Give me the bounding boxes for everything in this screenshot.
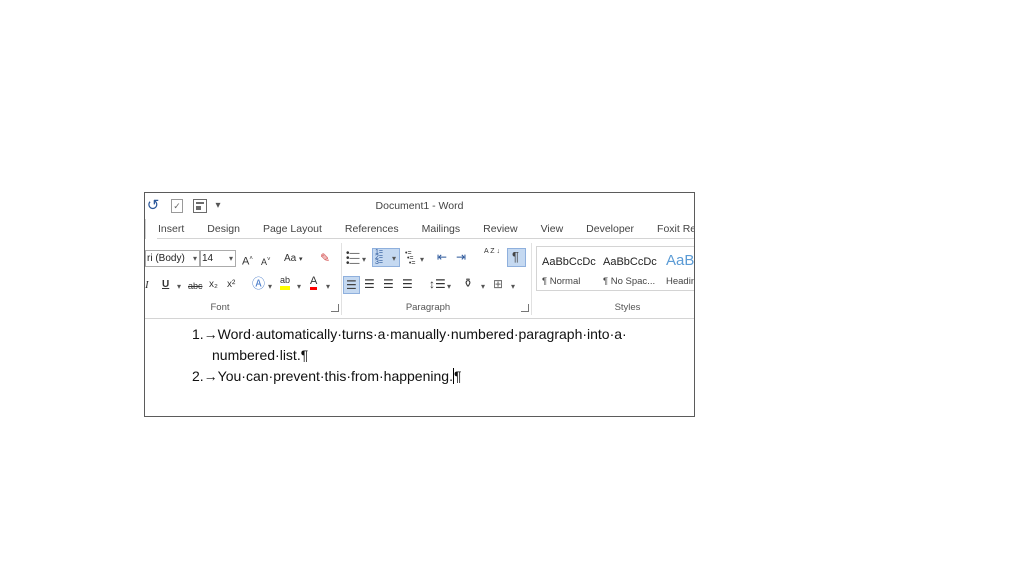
- style-no-spacing[interactable]: AaBbCcDc ¶ No Spac...: [598, 247, 658, 292]
- group-divider: [531, 243, 532, 315]
- numbering-dropdown-icon[interactable]: ▾: [392, 252, 396, 266]
- word-window: ↺ ✓ ▾ Document1 - Word Insert Design Pag…: [144, 192, 695, 417]
- font-color-icon[interactable]: A: [310, 275, 318, 290]
- shading-dropdown-icon[interactable]: ▾: [481, 280, 485, 294]
- tab-foxit-reader[interactable]: Foxit Re: [645, 219, 694, 239]
- tab-developer[interactable]: Developer: [574, 219, 645, 239]
- font-name-value: ri (Body): [147, 253, 185, 264]
- underline-dropdown-icon[interactable]: ▾: [177, 280, 181, 294]
- align-right-icon[interactable]: ☰: [383, 277, 394, 291]
- tab-review[interactable]: Review: [471, 219, 528, 239]
- strikethrough-button[interactable]: abc: [188, 279, 203, 293]
- grow-font-icon[interactable]: A˄: [242, 252, 253, 269]
- decrease-indent-icon[interactable]: ⇤: [437, 250, 447, 264]
- italic-button[interactable]: I: [145, 278, 149, 292]
- document-canvas[interactable]: 1.→Word·automatically·turns·a·manually·n…: [145, 319, 694, 416]
- clear-formatting-icon[interactable]: ✎: [320, 251, 330, 265]
- font-size-box[interactable]: 14 ▾: [200, 250, 236, 267]
- pilcrow-icon: ¶: [512, 249, 519, 264]
- font-size-value: 14: [202, 253, 214, 264]
- group-divider: [341, 243, 342, 315]
- styles-gallery: AaBbCcDc ¶ Normal AaBbCcDc ¶ No Spac... …: [536, 246, 695, 292]
- shading-icon[interactable]: ⚱: [463, 276, 473, 290]
- numbering-icon: 1= 2= 3=: [375, 249, 383, 266]
- highlight-dropdown-icon[interactable]: ▾: [297, 280, 301, 294]
- multilevel-list-icon[interactable]: •= •= •=: [405, 250, 415, 267]
- ribbon-home: ri (Body) ▾ 14 ▾ A˄ A˅ Aa ▾ ✎ I U ▾ abc …: [145, 239, 694, 319]
- underline-button[interactable]: U: [162, 278, 169, 292]
- line-spacing-dropdown-icon[interactable]: ▾: [447, 280, 451, 294]
- style-sample: AaBbCcDc: [542, 256, 596, 268]
- list-item-2-text: 2.→You·can·prevent·this·from·happening.: [192, 368, 453, 384]
- justify-icon[interactable]: ☰: [402, 277, 413, 291]
- highlight-color-icon[interactable]: ab: [280, 275, 291, 290]
- show-formatting-button[interactable]: ¶: [507, 248, 526, 267]
- increase-indent-icon[interactable]: ⇥: [456, 250, 466, 264]
- font-color-dropdown-icon[interactable]: ▾: [326, 280, 330, 294]
- paragraph-group-label: Paragraph: [405, 302, 451, 313]
- tab-mailings[interactable]: Mailings: [410, 219, 472, 239]
- paragraph-dialog-launcher-icon[interactable]: [521, 304, 529, 312]
- style-heading[interactable]: AaBb Headin: [661, 247, 695, 292]
- align-left-icon: ☰: [346, 278, 357, 292]
- style-name: ¶ No Spac...: [603, 276, 656, 287]
- style-sample: AaBbCcDc: [603, 256, 657, 268]
- font-name-box[interactable]: ri (Body) ▾: [145, 250, 200, 267]
- ribbon-tabs: Insert Design Page Layout References Mai…: [145, 219, 694, 239]
- style-normal[interactable]: AaBbCcDc ¶ Normal: [537, 247, 597, 292]
- style-name: Headin: [666, 276, 695, 287]
- superscript-button[interactable]: x²: [227, 278, 235, 292]
- align-center-icon[interactable]: ☰: [364, 277, 375, 291]
- multilevel-dropdown-icon[interactable]: ▾: [420, 253, 424, 267]
- tab-page-layout[interactable]: Page Layout: [251, 219, 333, 239]
- list-item-1-continuation[interactable]: numbered·list.¶: [212, 347, 308, 363]
- borders-icon[interactable]: ⊞: [493, 277, 503, 291]
- chevron-down-icon[interactable]: ▾: [193, 251, 197, 266]
- paragraph-mark: ¶: [453, 368, 462, 384]
- bullets-dropdown-icon[interactable]: ▾: [362, 253, 366, 267]
- list-item-1[interactable]: 1.→Word·automatically·turns·a·manually·n…: [192, 326, 627, 342]
- change-case-icon[interactable]: Aa ▾: [284, 252, 303, 267]
- styles-group-label: Styles: [614, 302, 641, 313]
- title-bar: ↺ ✓ ▾ Document1 - Word: [145, 193, 694, 219]
- tab-view[interactable]: View: [529, 219, 575, 239]
- sort-icon[interactable]: A Z ↓: [484, 248, 500, 256]
- tab-insert[interactable]: Insert: [146, 219, 195, 239]
- style-name: ¶ Normal: [542, 276, 581, 287]
- window-title: Document1 - Word: [375, 200, 464, 212]
- align-left-button[interactable]: ☰: [343, 276, 360, 294]
- tab-design[interactable]: Design: [195, 219, 251, 239]
- list-item-2[interactable]: 2.→You·can·prevent·this·from·happening.¶: [192, 368, 462, 384]
- shrink-font-icon[interactable]: A˅: [261, 253, 271, 269]
- borders-dropdown-icon[interactable]: ▾: [511, 280, 515, 294]
- tab-references[interactable]: References: [333, 219, 410, 239]
- text-effects-icon[interactable]: Ⓐ: [252, 277, 265, 291]
- font-group-label: Font: [210, 302, 230, 313]
- style-sample: AaBb: [666, 252, 695, 269]
- text-effects-dropdown-icon[interactable]: ▾: [268, 280, 272, 294]
- subscript-button[interactable]: x₂: [209, 278, 218, 292]
- numbering-button[interactable]: 1= 2= 3= ▾: [372, 248, 400, 267]
- bullets-icon[interactable]: •— •— •—: [346, 249, 360, 269]
- font-dialog-launcher-icon[interactable]: [331, 304, 339, 312]
- line-spacing-icon[interactable]: ↕☰: [429, 277, 446, 291]
- chevron-down-icon[interactable]: ▾: [229, 251, 233, 266]
